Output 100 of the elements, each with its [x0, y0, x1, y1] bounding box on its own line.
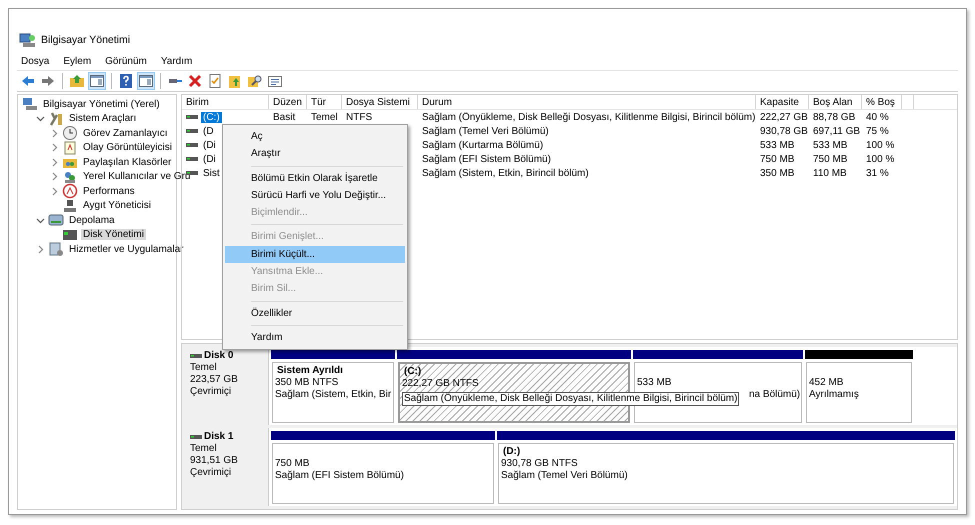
- table-cell: Sağlam (EFI Sistem Bölümü): [422, 154, 551, 164]
- tree-item[interactable]: Bilgisayar Yönetimi (Yerel): [41, 98, 162, 110]
- forward-arrow-button[interactable]: [40, 73, 56, 89]
- collapsed-chevron-icon[interactable]: [50, 128, 59, 138]
- volume-name[interactable]: (D: [201, 126, 216, 136]
- menu-item[interactable]: Yardım: [225, 328, 405, 346]
- collapsed-chevron-icon[interactable]: [50, 186, 59, 196]
- partition-text: Sağlam (Temel Veri Bölümü): [501, 470, 628, 482]
- collapsed-chevron-icon[interactable]: [50, 172, 59, 182]
- tree-node-icon: [62, 140, 78, 156]
- drive-icon: [186, 113, 198, 121]
- column-header[interactable]: Durum: [418, 95, 756, 109]
- partition-text: 222,27 GB NTFS: [402, 378, 479, 390]
- tree-node-icon: [48, 212, 64, 228]
- tree-node-icon: [62, 183, 78, 200]
- column-header[interactable]: Tür: [307, 95, 342, 109]
- computer-management-icon: [19, 32, 35, 48]
- partition-text: Sağlam (EFI Sistem Bölümü): [275, 470, 404, 482]
- collapsed-chevron-icon[interactable]: [50, 158, 59, 167]
- tree-node-icon: [48, 110, 64, 127]
- volume-name[interactable]: Sist: [201, 168, 222, 178]
- table-cell: 75 %: [866, 126, 889, 136]
- table-cell: Sağlam (Önyükleme, Disk Belleği Dosyası, Kilitlenme Bilgisi, Birincil bölüm): [422, 112, 756, 122]
- partition-text: 350 MB NTFS: [275, 377, 338, 389]
- menu-item[interactable]: Birimi Küçült...: [225, 246, 405, 264]
- folder-up-button[interactable]: [69, 73, 85, 89]
- drive-icon: [186, 155, 198, 163]
- table-cell: 750 MB: [760, 154, 794, 164]
- pane-button[interactable]: [138, 73, 154, 89]
- table-cell: 750 MB: [813, 154, 848, 164]
- tree-item[interactable]: Yerel Kullanıcılar ve Gru: [81, 171, 192, 182]
- collapsed-chevron-icon[interactable]: [36, 244, 45, 254]
- table-cell: 533 MB: [760, 140, 794, 150]
- partition-text: Sağlam (Sistem, Etkin, Bir: [275, 389, 392, 401]
- partition-block[interactable]: 750 MB Sağlam (EFI Sistem Bölümü): [272, 443, 494, 504]
- volume-name[interactable]: (Di: [201, 154, 218, 164]
- menu-item[interactable]: Araştır: [225, 145, 405, 163]
- partition-title: (C:): [403, 366, 422, 378]
- collapsed-chevron-icon[interactable]: [50, 143, 59, 152]
- help-button[interactable]: [118, 73, 134, 89]
- tree-item[interactable]: Olay Görüntüleyicisi: [81, 142, 174, 154]
- tree-item[interactable]: Aygıt Yöneticisi: [81, 200, 154, 212]
- tree-node-icon: [48, 241, 64, 258]
- disk-type: Temel: [190, 362, 218, 374]
- tree-item[interactable]: Disk Yönetimi: [81, 229, 146, 240]
- back-arrow-button[interactable]: [20, 73, 36, 89]
- column-header[interactable]: Düzen: [269, 95, 307, 109]
- menu-item[interactable]: Sürücü Harfi ve Yolu Değiştir...: [225, 186, 405, 204]
- disk-name: Disk 0: [204, 350, 234, 362]
- search-folder-button[interactable]: [247, 73, 263, 89]
- table-cell: Sağlam (Sistem, Etkin, Birincil bölüm): [422, 168, 589, 178]
- menu-item[interactable]: Eylem: [63, 56, 92, 66]
- tree-item[interactable]: Sistem Araçları: [67, 113, 138, 124]
- table-cell: 697,11 GB: [813, 126, 860, 136]
- column-header[interactable]: Dosya Sistemi: [342, 95, 418, 109]
- menu-item[interactable]: Aç: [225, 128, 405, 146]
- table-cell: 110 MB: [813, 168, 847, 178]
- volume-name[interactable]: (C:): [201, 112, 222, 122]
- table-cell: 100 %: [866, 154, 894, 164]
- column-header[interactable]: Boş Alan: [809, 95, 862, 109]
- tree-item[interactable]: Depolama: [67, 214, 117, 226]
- menu-item[interactable]: Bölümü Etkin Olarak İşaretle: [225, 170, 405, 187]
- table-cell: Basit: [273, 112, 296, 122]
- expanded-chevron-icon[interactable]: [36, 114, 45, 124]
- tree-item[interactable]: Görev Zamanlayıcı: [81, 128, 170, 139]
- menu-item[interactable]: Dosya: [21, 56, 50, 66]
- disk-status: Çevrimiçi: [190, 386, 232, 398]
- column-header[interactable]: Birim: [182, 95, 269, 109]
- drive-icon: [186, 127, 198, 135]
- partition-block[interactable]: Sistem Ayrıldı 350 MB NTFS Sağlam (Sistem, Etkin, Bir: [272, 362, 394, 423]
- partition-title: (D:): [502, 446, 522, 458]
- table-cell: Sağlam (Kurtarma Bölümü): [422, 140, 544, 150]
- column-header[interactable]: % Boş: [862, 95, 902, 109]
- properties-button[interactable]: [267, 73, 283, 89]
- pane-button[interactable]: [89, 73, 105, 89]
- expanded-chevron-icon[interactable]: [36, 216, 45, 225]
- partition-block[interactable]: 452 MB Ayrılmamış: [806, 362, 912, 423]
- partition-text: 452 MB: [809, 377, 844, 389]
- table-cell: Temel: [311, 112, 338, 122]
- delete-button[interactable]: [187, 73, 203, 89]
- column-header[interactable]: Kapasite: [756, 95, 809, 109]
- partition-title: Sistem Ayrıldı: [276, 365, 344, 377]
- table-cell: 40 %: [866, 112, 889, 122]
- tree-node-icon: [62, 198, 78, 214]
- table-cell: Sağlam (Temel Veri Bölümü): [422, 126, 549, 136]
- table-cell: 88,78 GB: [813, 112, 856, 122]
- tree-item[interactable]: Hizmetler ve Uygulamalar: [67, 244, 186, 255]
- volume-name[interactable]: (Di: [201, 140, 218, 150]
- menu-item[interactable]: Görünüm: [105, 56, 147, 66]
- disk-size: 931,51 GB: [190, 455, 239, 467]
- partition-block[interactable]: (D:) 930,78 GB NTFS Sağlam (Temel Veri Bölümü): [498, 443, 954, 504]
- tree-item[interactable]: Performans: [81, 186, 137, 197]
- drive-icon: [186, 141, 198, 149]
- folder-arrow-button[interactable]: [227, 73, 243, 89]
- tree-item[interactable]: Paylaşılan Klasörler: [81, 156, 174, 168]
- partition-text: Ayrılmamış: [809, 389, 859, 401]
- checklist-button[interactable]: [207, 73, 223, 89]
- menu-item[interactable]: Özellikler: [225, 304, 405, 322]
- menu-item[interactable]: Yardım: [160, 56, 192, 66]
- partition-text: na Bölümü): [749, 389, 800, 401]
